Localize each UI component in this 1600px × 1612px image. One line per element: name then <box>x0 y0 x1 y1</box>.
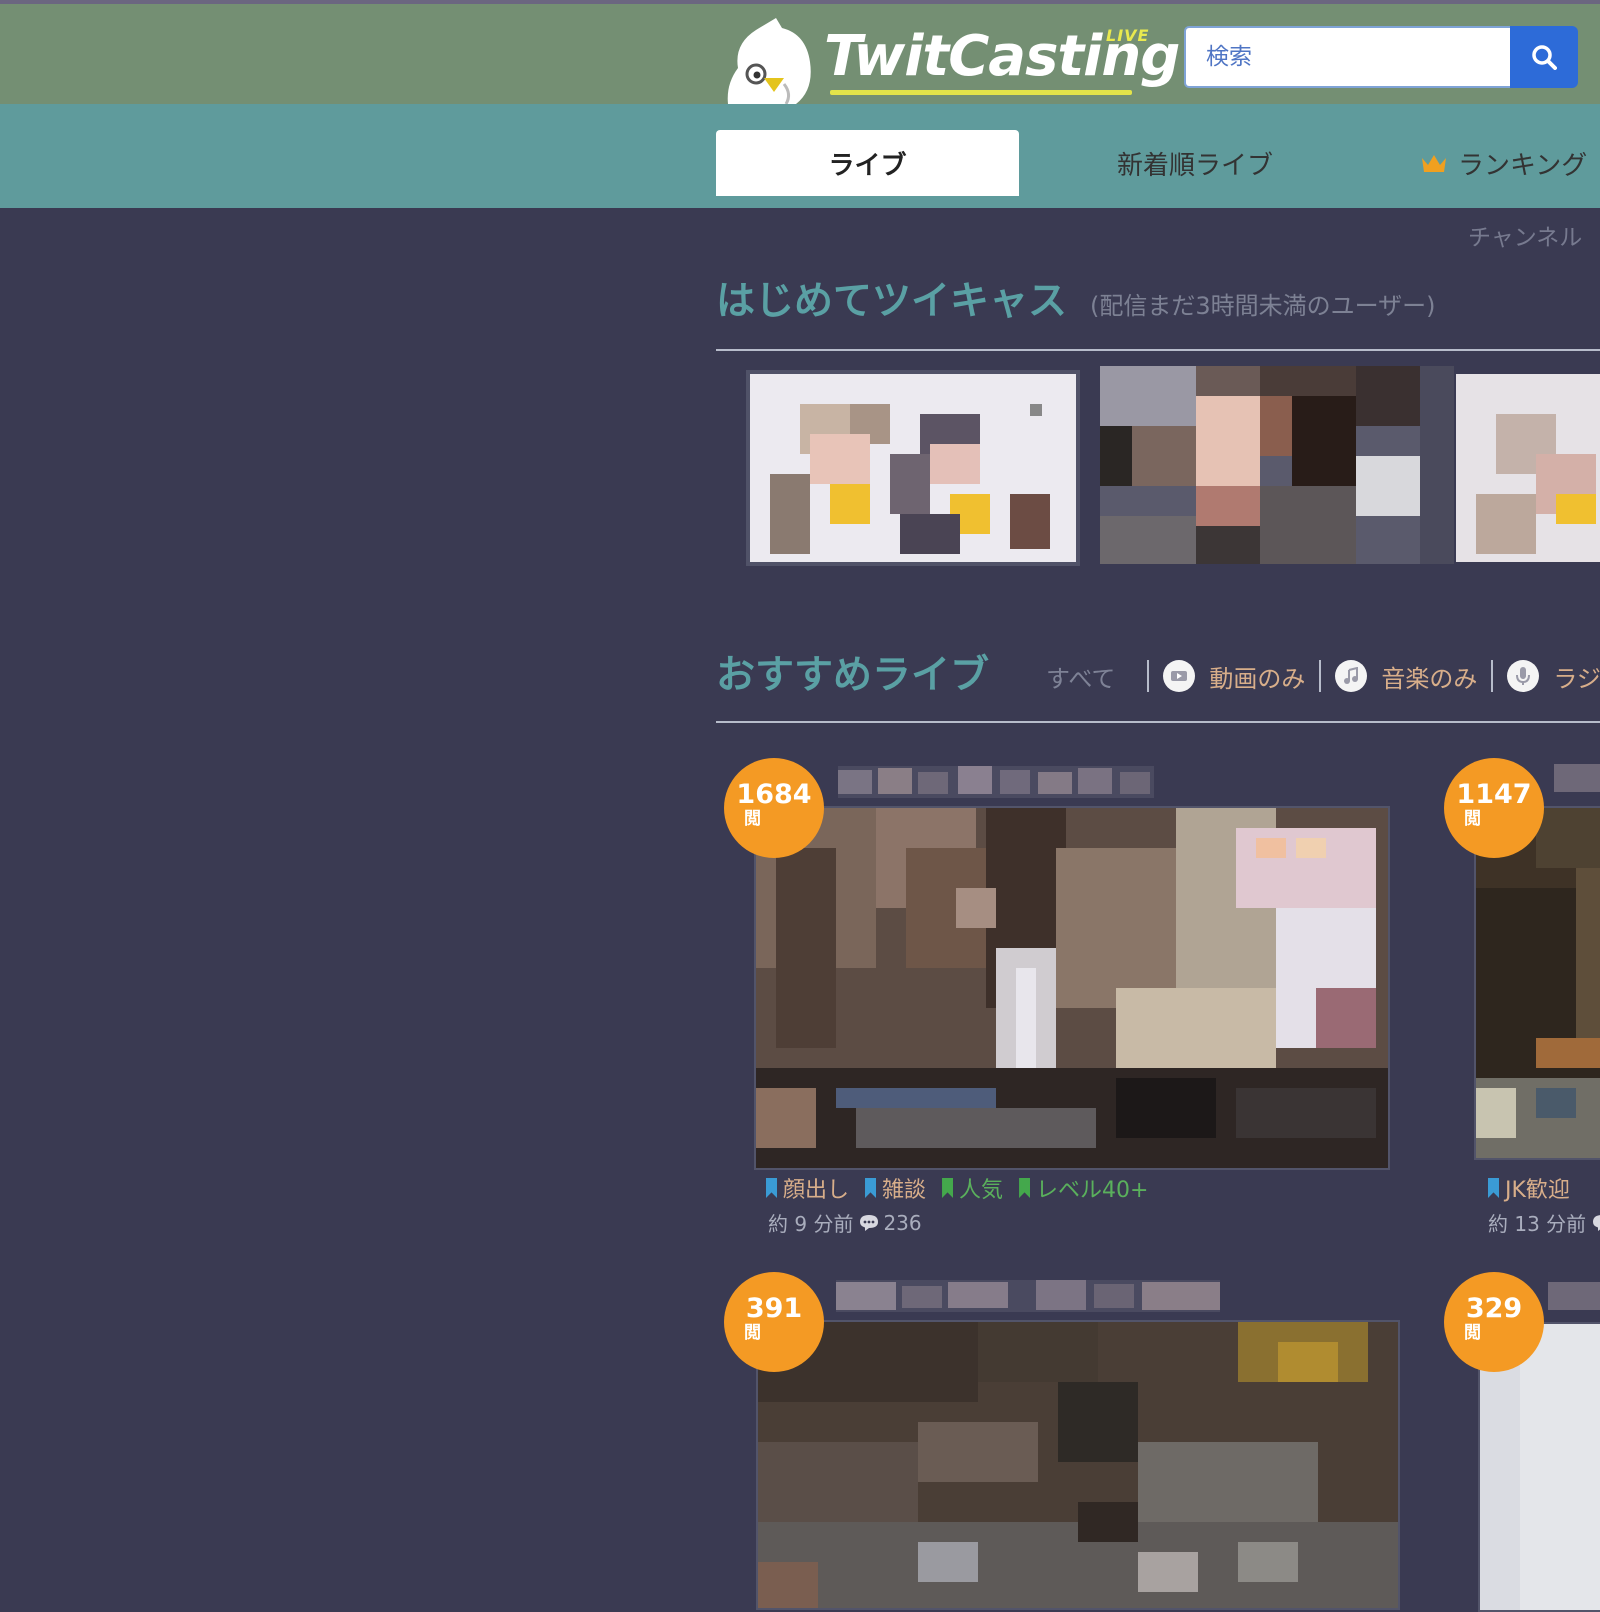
tag-label: 人気 <box>959 1178 1004 1203</box>
pixelated-title <box>836 1280 1220 1312</box>
filter-music[interactable]: 音楽のみ <box>1381 659 1477 694</box>
search-icon <box>1532 45 1557 70</box>
section-subtitle-hajimete: (配信まだ3時間未満のユーザー) <box>1090 292 1436 320</box>
bookmark-icon <box>766 1178 777 1198</box>
viewer-count-badge: 1684 閲 <box>724 758 824 858</box>
filter-separator <box>1491 660 1494 692</box>
live-meta: 約 13 分前 <box>1488 1208 1600 1237</box>
viewer-count-badge: 329 閲 <box>1444 1272 1544 1372</box>
viewer-count: 391 <box>745 1293 803 1324</box>
live-title-blurred[interactable] <box>836 1280 1220 1312</box>
viewer-count-badge: 1147 閲 <box>1444 758 1544 858</box>
tag-item[interactable]: レベル40+ <box>1019 1172 1148 1204</box>
tag-label: 雑談 <box>882 1178 927 1203</box>
section-divider <box>716 349 1600 351</box>
music-note-icon <box>1335 660 1368 692</box>
video-icon <box>1163 660 1196 692</box>
viewer-unit: 閲 <box>1464 809 1481 829</box>
thumbnail-image <box>1476 808 1600 1158</box>
filter-separator <box>1147 660 1150 692</box>
search-input[interactable] <box>1184 26 1510 88</box>
elapsed-time: 約 9 分前 <box>768 1212 854 1236</box>
tab-label: ランキング <box>1458 150 1588 181</box>
bird-mascot-icon <box>727 18 811 105</box>
crown-icon <box>1422 155 1446 172</box>
new-user-thumbnail[interactable] <box>746 370 1080 566</box>
comment-count: 236 <box>883 1210 922 1235</box>
filter-all[interactable]: すべて <box>1046 659 1115 694</box>
category-filter-bar: すべて 動画のみ 音楽のみ ラジ <box>1046 656 1600 696</box>
channel-link[interactable]: チャンネル <box>1468 218 1582 252</box>
tag-list: JK歓迎 <box>1488 1172 1586 1204</box>
site-header: TwitCasting LIVE <box>0 4 1600 105</box>
thumbnail-image <box>1456 374 1600 562</box>
thumbnail-image <box>1100 366 1454 564</box>
tag-item[interactable]: 人気 <box>942 1172 1003 1204</box>
pixelated-title <box>838 766 1154 798</box>
tag-list: 顔出し 雑談 人気 レベル40+ <box>766 1172 1164 1204</box>
live-thumbnail[interactable] <box>1474 806 1600 1160</box>
viewer-count: 1147 <box>1456 779 1532 810</box>
bookmark-icon <box>1019 1178 1031 1198</box>
tag-item[interactable]: 顔出し <box>766 1172 849 1204</box>
tab-live[interactable]: ライブ <box>716 130 1019 196</box>
tag-label: JK歓迎 <box>1505 1178 1570 1203</box>
thumbnail-image <box>750 374 1076 562</box>
comment-icon <box>860 1214 879 1231</box>
pixelated-title <box>1554 764 1600 792</box>
viewer-unit: 閲 <box>1464 1323 1481 1343</box>
main-nav: ライブ 新着順ライブ ランキング <box>0 104 1600 208</box>
filter-separator <box>1319 660 1322 692</box>
new-user-thumbnail[interactable] <box>1456 374 1600 562</box>
live-title-blurred[interactable] <box>1548 1280 1600 1312</box>
live-meta: 約 9 分前 236 <box>768 1208 922 1237</box>
section-title-osusume: おすすめライブ <box>716 653 990 698</box>
tab-ranking[interactable]: ランキング <box>1420 130 1600 196</box>
bookmark-icon <box>865 1178 877 1198</box>
bookmark-icon <box>1488 1178 1499 1198</box>
tag-label: 顔出し <box>783 1178 850 1203</box>
viewer-unit: 閲 <box>744 1323 761 1343</box>
live-thumbnail[interactable] <box>754 806 1390 1170</box>
viewer-unit: 閲 <box>744 809 761 829</box>
tag-item[interactable]: 雑談 <box>865 1172 926 1204</box>
logo-underline <box>830 90 1132 95</box>
viewer-count: 1684 <box>736 779 812 810</box>
section-divider <box>716 721 1600 723</box>
logo-live-badge: LIVE <box>1106 26 1150 45</box>
microphone-icon <box>1507 660 1540 692</box>
elapsed-time: 約 13 分前 <box>1488 1212 1587 1236</box>
tag-label: レベル40+ <box>1036 1178 1149 1203</box>
comment-icon <box>1593 1214 1600 1231</box>
search-button[interactable] <box>1510 26 1578 88</box>
tab-label: 新着順ライブ <box>1116 150 1273 181</box>
tag-item[interactable]: JK歓迎 <box>1488 1172 1570 1204</box>
tab-new-live[interactable]: 新着順ライブ <box>1090 130 1300 196</box>
filter-video[interactable]: 動画のみ <box>1209 659 1305 694</box>
tab-label: ライブ <box>828 150 907 181</box>
live-title-blurred[interactable] <box>838 766 1154 798</box>
bookmark-icon <box>942 1178 954 1198</box>
viewer-count: 329 <box>1465 1293 1523 1324</box>
thumbnail-image <box>758 1322 1398 1608</box>
viewer-count-badge: 391 閲 <box>724 1272 824 1372</box>
filter-radio[interactable]: ラジ <box>1553 659 1600 694</box>
thumbnail-image <box>756 808 1388 1168</box>
new-user-thumbnail[interactable] <box>1100 366 1454 564</box>
live-thumbnail[interactable] <box>756 1320 1400 1610</box>
twitcasting-logo[interactable]: TwitCasting LIVE <box>726 14 1180 108</box>
section-title-hajimete: はじめてツイキャス <box>716 279 1068 324</box>
pixelated-title <box>1548 1282 1600 1310</box>
live-title-blurred[interactable] <box>1554 762 1600 794</box>
